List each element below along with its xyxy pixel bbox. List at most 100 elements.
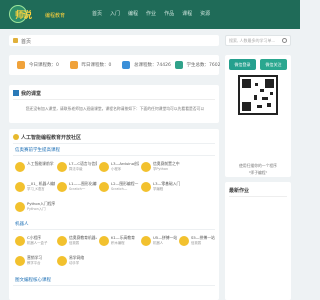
section-title[interactable]: 图文编程核心课程 <box>15 277 51 283</box>
course-icon <box>179 236 189 246</box>
breadcrumb: 首页 <box>9 35 219 46</box>
my-classroom-panel: 我的课堂 您还没有加入课堂，请联系老师加入班级课堂。课程名称请按如下：下面的任何… <box>9 85 219 123</box>
breadcrumb-label[interactable]: 首页 <box>21 38 31 45</box>
course-icon <box>99 236 109 246</box>
calendar-icon <box>17 61 25 69</box>
stat-label: 今日课程数：0 <box>29 63 59 68</box>
course-card[interactable]: 营销学习 教学平台 <box>15 253 53 269</box>
course-desc: 学习_K语言 <box>27 187 45 191</box>
course-name: U5—拼搏一站 <box>153 235 178 240</box>
section-title[interactable]: 机器人 <box>15 221 29 227</box>
panel-title: 人工智能编程教育开放社区 <box>21 135 82 141</box>
course-card[interactable]: U5—拼搏一站 机器人 <box>141 233 179 249</box>
course-desc: 算法中级 <box>69 167 83 171</box>
bulb-icon <box>13 134 19 140</box>
course-icon <box>15 162 25 172</box>
divider <box>13 285 215 286</box>
course-card[interactable]: C小程序 机器人一盒子 <box>15 233 53 249</box>
course-card[interactable]: 信奥赛教育机器人 信奥赛 <box>57 233 97 249</box>
course-desc: 教学平台 <box>27 261 41 265</box>
course-icon <box>57 162 67 172</box>
divider <box>13 155 215 156</box>
search-input[interactable]: 搜索, 人数最多的学习单... <box>225 35 291 46</box>
course-card[interactable]: L1——图形化编程 Scratch一 <box>57 179 97 195</box>
qr-caption: 使用扫描你的一个程序 <box>239 163 277 168</box>
course-desc: 学Python <box>153 167 169 171</box>
nav-item-intro[interactable]: 入门 <box>110 10 120 17</box>
course-card[interactable]: __01_ 机器人编程 学习_K语言 <box>15 179 55 195</box>
classroom-message: 您还没有加入课堂，请联系老师加入班级课堂。课程名称请按如下：下面的任何课堂均可以… <box>25 106 205 111</box>
home-icon[interactable] <box>13 38 18 43</box>
course-name: Python入门程序 <box>27 201 55 206</box>
course-desc: 信奥赛 <box>191 241 202 245</box>
course-card[interactable]: L3—Arduino创客 小程序 <box>99 159 139 175</box>
course-desc: 机器人一盒子 <box>27 241 48 245</box>
user-icon <box>174 61 183 69</box>
course-icon <box>57 256 67 266</box>
top-navbar: 师说 编程教育 首页 入门 编程 作业 作品 课程 资源 <box>0 0 300 29</box>
course-desc: 信奥赛 <box>69 241 80 245</box>
stat-total-courses: 总课程数：74426 <box>114 55 171 75</box>
course-icon <box>15 236 25 246</box>
latest-homework-panel: 最新作业 <box>225 182 291 300</box>
course-icon <box>141 236 151 246</box>
course-card[interactable]: 人工智能课前学 <box>15 159 54 175</box>
wechat-follow-tab[interactable]: 微信关注 <box>260 59 287 70</box>
course-icon <box>15 182 25 192</box>
stat-total-students: 学生总数：7602 <box>167 55 220 75</box>
tab-label: 微信关注 <box>265 62 282 67</box>
divider <box>13 143 215 144</box>
course-desc: Scratch— <box>111 187 128 191</box>
nav-item-coding[interactable]: 编程 <box>128 10 138 17</box>
section-title[interactable]: 信奥赛前学生提高课程 <box>15 147 60 153</box>
panel-title: 我的课堂 <box>21 91 42 97</box>
divider <box>13 229 215 230</box>
logo-text: 师说 <box>15 11 32 21</box>
course-icon <box>15 256 25 266</box>
course-name: L1——图形化编程 <box>69 181 97 186</box>
course-desc: 小程序 <box>111 167 122 171</box>
course-card[interactable]: S5—拼搏一站 信奥赛 <box>179 233 217 249</box>
course-name: 信奥赛前置之中 <box>153 161 180 166</box>
stat-label: 昨日课程数：0 <box>81 63 112 68</box>
tab-label: 微信登录 <box>234 62 251 67</box>
course-name: __01_ 机器人编程 <box>27 181 55 186</box>
course-name: 易学网络 <box>69 255 85 260</box>
nav-item-home[interactable]: 首页 <box>92 10 102 17</box>
course-card[interactable]: L7—C语言与信奥赛算法中级 <box>57 159 97 175</box>
course-name: S5—拼搏一站 <box>191 235 215 240</box>
course-name: C小程序 <box>27 235 42 240</box>
course-icon <box>57 182 67 192</box>
course-desc: 动手学 <box>69 261 80 265</box>
course-name: L3—零基础入门 <box>153 181 181 186</box>
divider <box>13 99 215 100</box>
panel-title: 最新作业 <box>229 188 250 194</box>
course-name: K1—乐高教育 <box>111 235 135 240</box>
course-card[interactable]: L3—零基础入门 学编程 <box>141 179 181 195</box>
nav-item-works[interactable]: 作品 <box>164 10 174 17</box>
course-desc: Python入门 <box>27 207 46 211</box>
stat-label: 总课程数：74426 <box>134 63 171 68</box>
brand-logo[interactable]: 师说 编程教育 <box>9 4 65 24</box>
course-icon <box>99 182 109 192</box>
classroom-icon <box>13 90 19 96</box>
course-name: L3—Arduino创客 <box>111 161 139 166</box>
course-card[interactable]: Python入门程序 Python入门 <box>15 199 55 215</box>
course-card[interactable]: 信奥赛前置之中 学Python <box>141 159 180 175</box>
wechat-login-tab[interactable]: 微信登录 <box>229 59 256 70</box>
course-icon <box>141 162 151 172</box>
course-name: 营销学习 <box>27 255 43 260</box>
course-card[interactable]: 易学网络 动手学 <box>57 253 95 269</box>
nav-item-resources[interactable]: 资源 <box>200 10 210 17</box>
course-card[interactable]: L2—图形编程一 Scratch— <box>99 179 138 195</box>
course-card[interactable]: K1—乐高教育 积木编程 <box>99 233 137 249</box>
nav-item-homework[interactable]: 作业 <box>146 10 156 17</box>
divider <box>229 196 287 197</box>
course-desc: 学编程 <box>153 187 164 191</box>
nav-item-courses[interactable]: 课程 <box>182 10 192 17</box>
search-icon[interactable] <box>282 38 287 43</box>
search-placeholder: 搜索, 人数最多的学习单... <box>229 38 276 43</box>
stat-today: 今日课程数：0 <box>9 55 62 75</box>
qr-caption-name: "师子编程" <box>248 170 268 175</box>
stat-yesterday: 昨日课程数：0 <box>62 55 115 75</box>
